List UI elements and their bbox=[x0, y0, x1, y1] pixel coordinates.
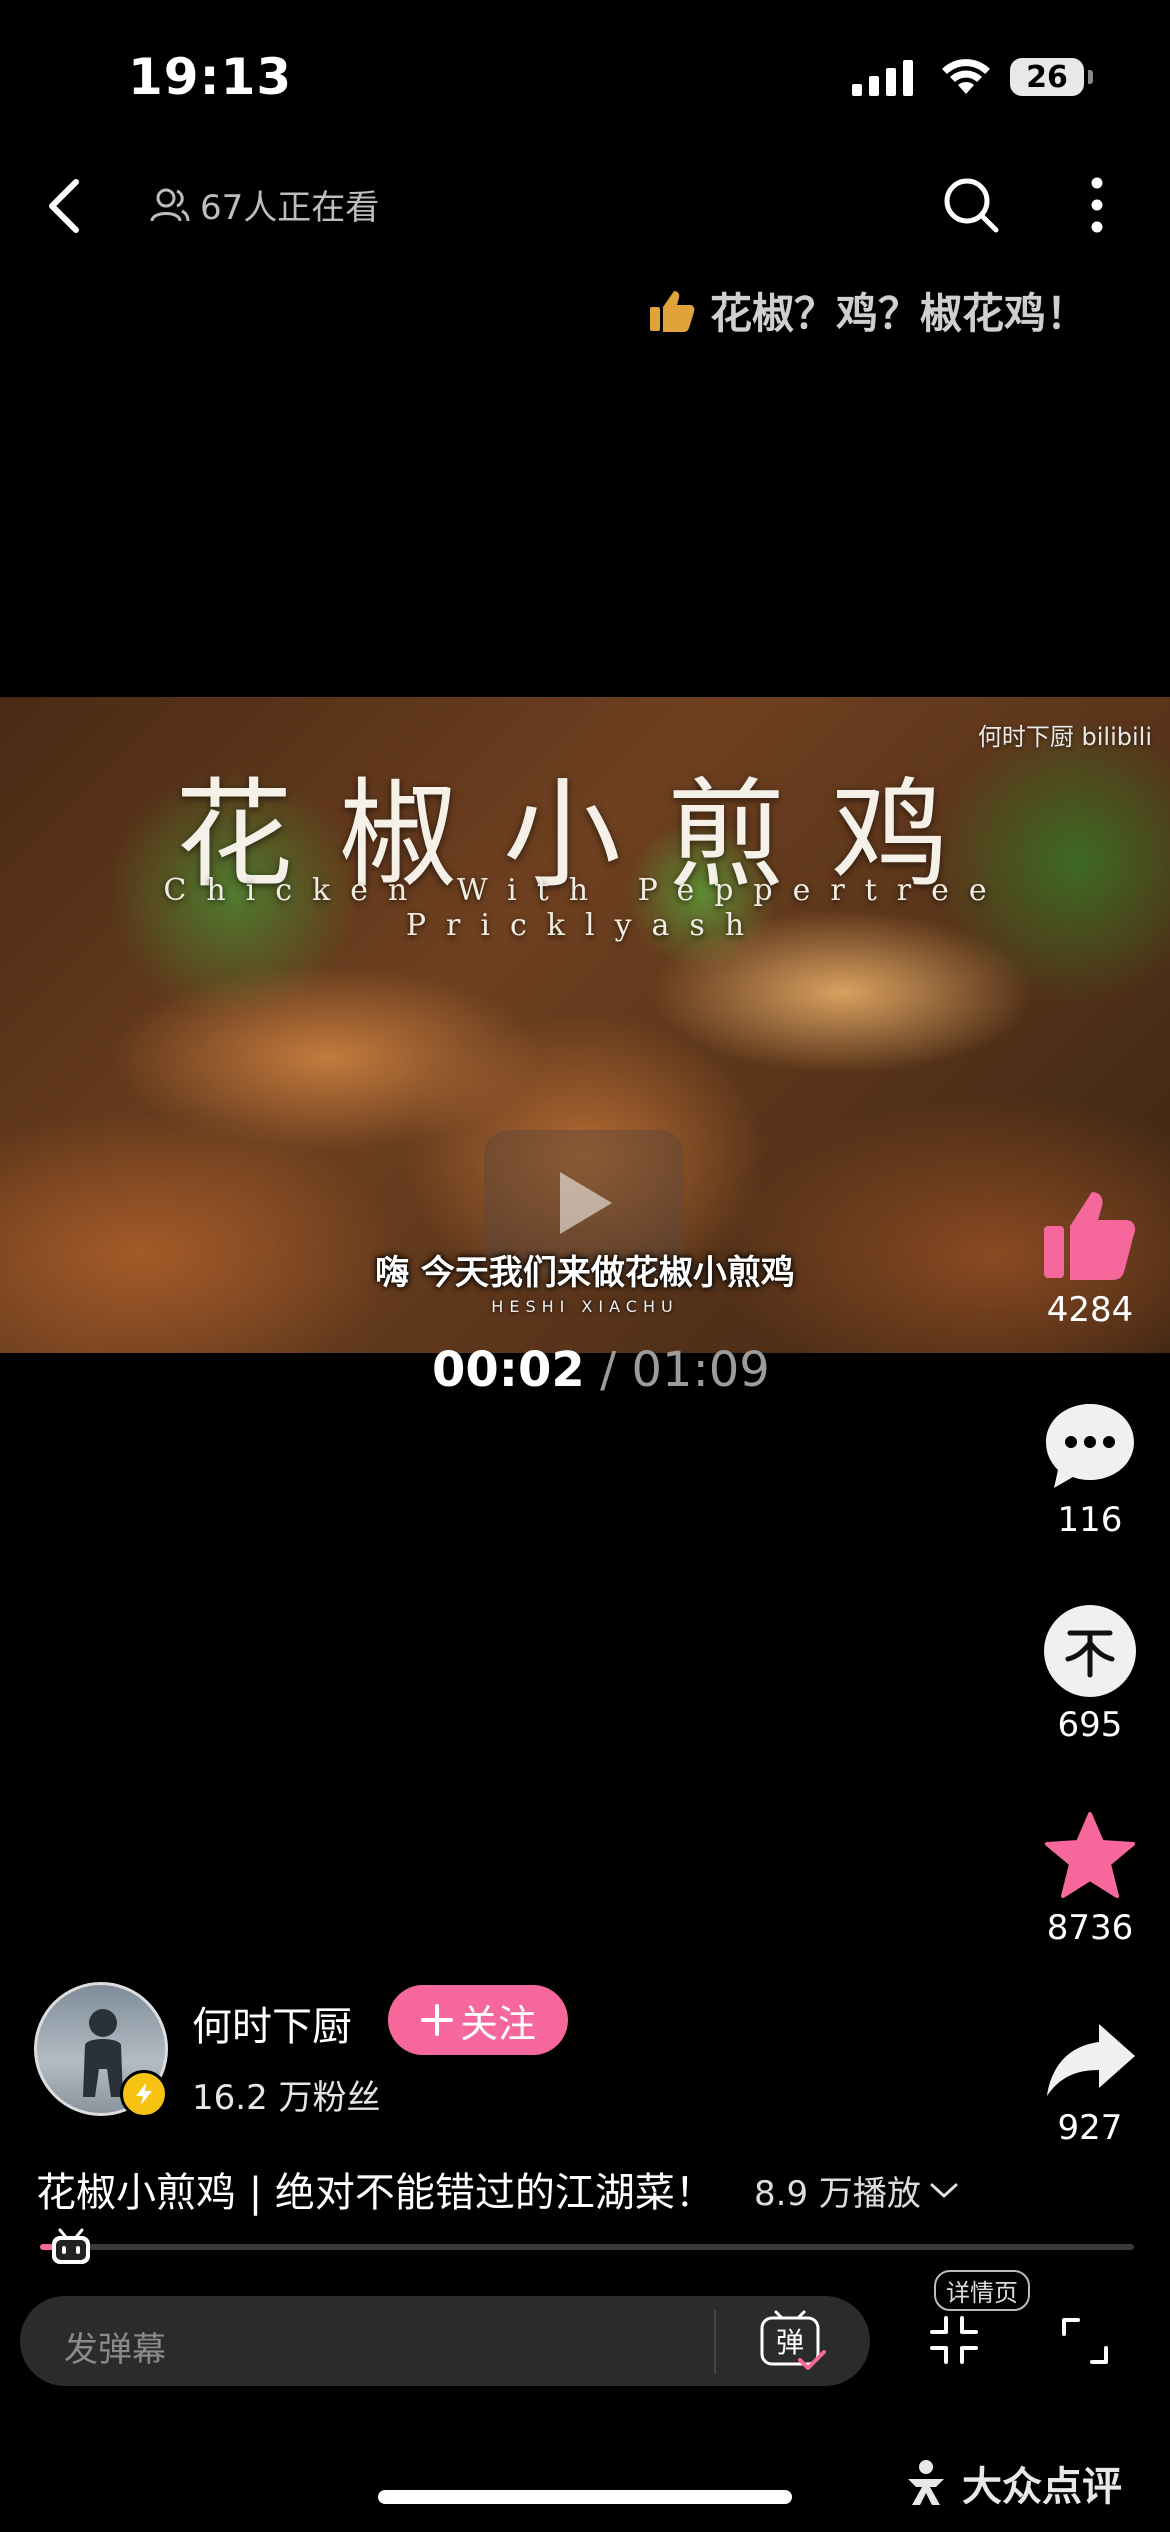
back-arrow-icon[interactable] bbox=[46, 178, 82, 234]
play-count-text: 8.9 万播放 bbox=[754, 2174, 921, 2214]
chevron-down-icon bbox=[930, 2183, 958, 2197]
battery-indicator: 26 bbox=[1010, 58, 1084, 96]
favorite-count: 8736 bbox=[1046, 1908, 1134, 1948]
plus-icon bbox=[420, 2004, 453, 2036]
viewers-icon bbox=[150, 188, 190, 221]
share-count: 927 bbox=[1057, 2108, 1123, 2148]
video-timecode: 00:02 / 01:09 bbox=[432, 1342, 770, 1398]
share-icon bbox=[1047, 2024, 1135, 2096]
dianping-logo-icon bbox=[908, 2460, 944, 2505]
video-description-title[interactable]: 花椒小煎鸡 | 绝对不能错过的江湖菜！ bbox=[36, 2160, 715, 2218]
author-name[interactable]: 何时下厨 bbox=[192, 1994, 352, 2052]
video-watermark: 何时下厨 bilibili bbox=[977, 723, 1152, 751]
coin-count: 695 bbox=[1057, 1705, 1123, 1745]
status-time: 19:13 bbox=[128, 48, 293, 106]
recommend-banner[interactable]: 花椒？鸡？椒花鸡！ bbox=[648, 280, 1088, 341]
follow-label: 关注 bbox=[459, 2001, 536, 2046]
progress-thumb-icon[interactable] bbox=[46, 2224, 96, 2268]
comment-icon bbox=[1046, 1404, 1134, 1488]
share-button[interactable]: 927 bbox=[1040, 2020, 1140, 2148]
battery-tip bbox=[1088, 70, 1093, 84]
comment-button[interactable]: 116 bbox=[1040, 1400, 1140, 1540]
current-time: 00:02 bbox=[432, 1342, 585, 1398]
svg-text:弹: 弹 bbox=[776, 2326, 804, 2359]
like-icon bbox=[1044, 1192, 1136, 1280]
video-caption-sub: HESHI XIACHU bbox=[491, 1297, 679, 1316]
viewer-count-text: 67人正在看 bbox=[200, 188, 380, 228]
detail-page-tag[interactable]: 详情页 bbox=[934, 2270, 1030, 2311]
search-icon[interactable] bbox=[942, 176, 1000, 234]
time-separator: / bbox=[600, 1342, 617, 1398]
coin-button[interactable]: 695 bbox=[1040, 1605, 1140, 1745]
play-count[interactable]: 8.9 万播放 bbox=[754, 2166, 959, 2215]
recommend-text: 花椒？鸡？椒花鸡！ bbox=[709, 289, 1088, 338]
coin-icon bbox=[1044, 1605, 1136, 1697]
more-options-icon[interactable] bbox=[1090, 176, 1104, 234]
progress-track[interactable] bbox=[40, 2244, 1134, 2250]
wifi-icon bbox=[942, 59, 990, 94]
video-caption: 嗨 今天我们来做花椒小煎鸡 bbox=[375, 1253, 795, 1293]
divider bbox=[714, 2310, 716, 2374]
cellular-signal-icon bbox=[852, 60, 913, 96]
thumbs-up-icon bbox=[649, 290, 695, 332]
fullscreen-icon[interactable] bbox=[1060, 2316, 1110, 2366]
total-time: 01:09 bbox=[631, 1342, 770, 1398]
viewer-count: 67人正在看 bbox=[150, 180, 379, 229]
collapse-icon[interactable] bbox=[928, 2314, 980, 2366]
favorite-button[interactable]: 8736 bbox=[1040, 1810, 1140, 1948]
comment-count: 116 bbox=[1057, 1500, 1123, 1540]
star-icon bbox=[1045, 1812, 1135, 1898]
play-icon bbox=[560, 1172, 612, 1234]
brand-watermark: 大众点评 bbox=[900, 2454, 1122, 2512]
video-player[interactable]: 花椒小煎鸡 Chicken With Peppertree Pricklyash… bbox=[0, 697, 1170, 1353]
home-indicator bbox=[378, 2490, 792, 2504]
danmaku-toggle-icon[interactable]: 弹 bbox=[756, 2308, 828, 2374]
fan-count: 16.2 万粉丝 bbox=[192, 2078, 381, 2118]
video-subtitle-overlay: Chicken With Peppertree Pricklyash bbox=[163, 873, 1007, 943]
like-count: 4284 bbox=[1046, 1290, 1134, 1330]
follow-button[interactable]: 关注 bbox=[388, 1985, 568, 2055]
brand-name: 大众点评 bbox=[962, 2464, 1122, 2510]
like-button[interactable]: 4284 bbox=[1040, 1188, 1140, 1330]
verified-badge-icon bbox=[120, 2070, 168, 2118]
danmaku-placeholder: 发弹幕 bbox=[64, 2330, 166, 2370]
